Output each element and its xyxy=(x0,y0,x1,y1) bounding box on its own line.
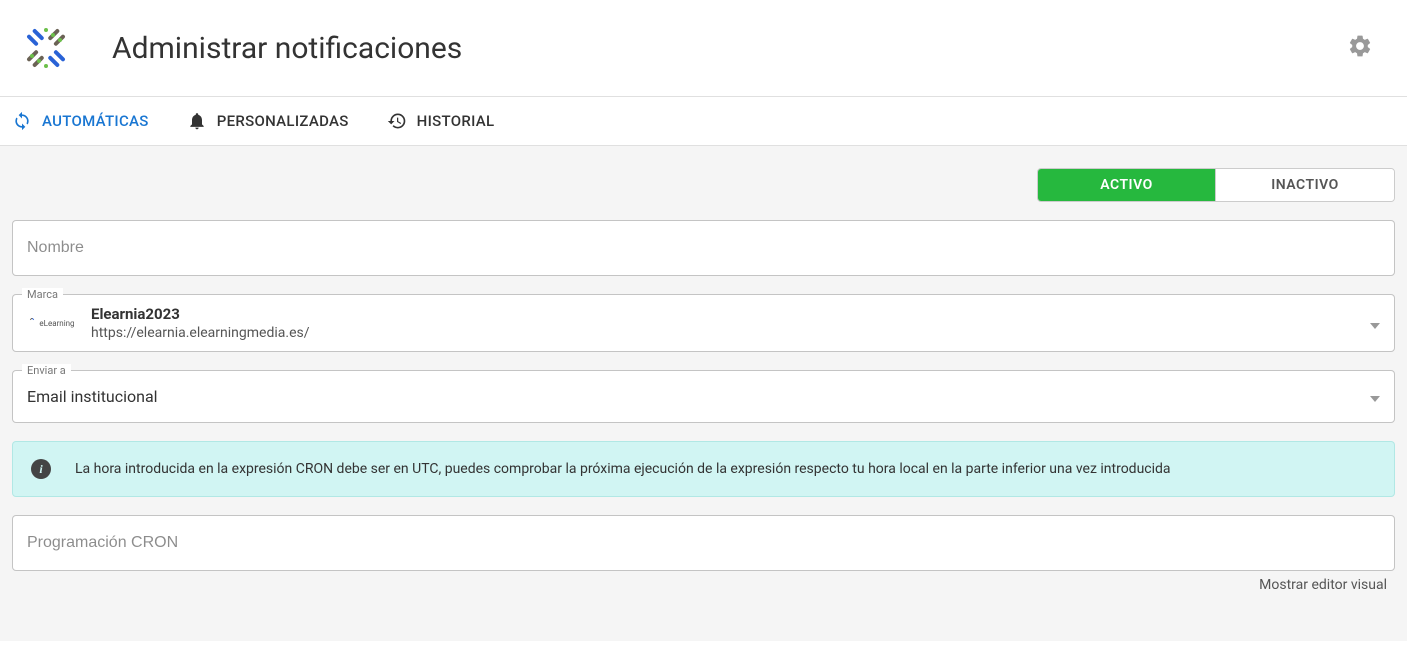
name-input[interactable] xyxy=(13,221,1394,275)
info-icon: i xyxy=(31,459,51,479)
visual-editor-link[interactable]: Mostrar editor visual xyxy=(1251,573,1395,597)
settings-button[interactable] xyxy=(1339,25,1381,71)
status-inactive-button[interactable]: INACTIVO xyxy=(1216,169,1394,201)
brand-field: Marca eLearning Elearnia2023 xyxy=(12,294,1395,352)
tab-automatic[interactable]: AUTOMÁTICAS xyxy=(12,98,149,144)
chevron-down-icon xyxy=(1370,314,1380,333)
tab-custom[interactable]: PERSONALIZADAS xyxy=(187,98,349,144)
brand-logo-icon: eLearning xyxy=(27,308,75,338)
sync-icon xyxy=(12,111,32,131)
history-icon xyxy=(387,111,407,131)
cron-info-alert: i La hora introducida en la expresión CR… xyxy=(12,441,1395,497)
info-text: La hora introducida en la expresión CRON… xyxy=(75,461,1171,477)
tab-history[interactable]: HISTORIAL xyxy=(387,98,495,144)
tab-label: PERSONALIZADAS xyxy=(217,112,349,130)
chevron-down-icon xyxy=(1370,387,1380,406)
tab-label: HISTORIAL xyxy=(417,112,495,130)
content-area: ACTIVO INACTIVO Marca eLearni xyxy=(0,146,1407,641)
bell-icon xyxy=(187,111,207,131)
page-title: Administrar notificaciones xyxy=(112,31,1339,66)
status-active-button[interactable]: ACTIVO xyxy=(1038,169,1216,201)
cron-input[interactable] xyxy=(13,516,1394,570)
sendto-label: Enviar a xyxy=(22,364,71,377)
status-toggle-row: ACTIVO INACTIVO xyxy=(12,146,1395,220)
sendto-select[interactable]: Email institucional xyxy=(13,371,1394,422)
brand-url: https://elearnia.elearningmedia.es/ xyxy=(91,325,310,341)
status-toggle: ACTIVO INACTIVO xyxy=(1037,168,1395,202)
sendto-field: Enviar a Email institucional xyxy=(12,370,1395,423)
cron-field xyxy=(12,515,1395,571)
app-logo xyxy=(12,18,80,78)
tab-label: AUTOMÁTICAS xyxy=(42,112,149,130)
editor-link-row: Mostrar editor visual xyxy=(12,573,1395,597)
sendto-value: Email institucional xyxy=(27,381,1370,412)
tabs-bar: AUTOMÁTICAS PERSONALIZADAS HISTORIAL xyxy=(0,97,1407,146)
brand-select[interactable]: eLearning Elearnia2023 https://elearnia.… xyxy=(13,295,1394,351)
name-field xyxy=(12,220,1395,276)
brand-name: Elearnia2023 xyxy=(91,305,310,323)
header: Administrar notificaciones xyxy=(0,0,1407,97)
brand-label: Marca xyxy=(22,288,63,301)
gear-icon xyxy=(1347,33,1373,59)
